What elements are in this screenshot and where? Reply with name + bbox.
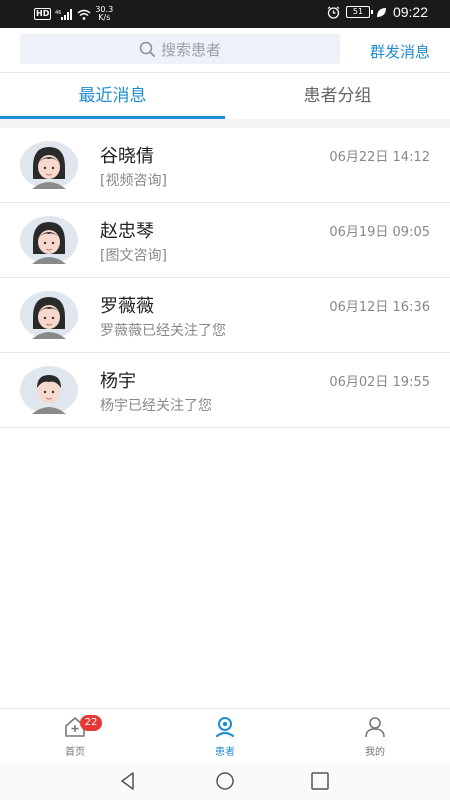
conversation-item[interactable]: 杨宇 06月02日 19:55 杨宇已经关注了您: [0, 353, 450, 428]
bottom-nav: 22 首页 患者 我的: [0, 708, 450, 763]
female-avatar: [20, 141, 78, 189]
patient-name: 罗薇薇: [100, 296, 154, 317]
conversation-item[interactable]: 赵忠琴 06月19日 09:05 [图文咨询]: [0, 203, 450, 278]
tab-bar: 最近消息 患者分组: [0, 72, 450, 120]
message-time: 06月19日 09:05: [329, 225, 430, 240]
status-bar: HD 46 30.3 K/s 51 09:22: [0, 0, 450, 28]
search-placeholder: 搜索患者: [160, 40, 221, 59]
tab-label: 最近消息: [78, 86, 147, 106]
message-preview: [图文咨询]: [100, 248, 167, 264]
battery-level: 51: [352, 7, 364, 16]
divider: [0, 119, 450, 128]
patient-name: 杨宇: [100, 371, 136, 392]
home-icon[interactable]: [214, 770, 236, 792]
signal-network-label: 46: [55, 10, 61, 16]
message-time: 06月22日 14:12: [329, 150, 430, 165]
signal-icon: 46: [55, 8, 73, 20]
system-nav-bar: [0, 762, 450, 800]
nav-profile[interactable]: 我的: [300, 709, 450, 763]
search-icon: [139, 41, 155, 57]
battery-icon: 51: [345, 6, 373, 18]
female-avatar: [20, 291, 78, 339]
group-message-button[interactable]: 群发消息: [370, 41, 430, 62]
nav-patients[interactable]: 患者: [150, 709, 300, 763]
notification-badge: 22: [80, 715, 102, 731]
person-icon: [365, 717, 385, 738]
status-left: HD 46 30.3 K/s: [34, 6, 113, 22]
speed-unit: K/s: [98, 13, 111, 22]
network-speed: 30.3 K/s: [95, 6, 113, 22]
tab-label: 患者分组: [303, 86, 372, 106]
back-icon[interactable]: [117, 770, 139, 792]
nav-label: 我的: [365, 747, 385, 758]
male-avatar: [20, 366, 78, 414]
female-avatar: [20, 216, 78, 264]
search-input[interactable]: 搜索患者: [20, 34, 340, 64]
wifi-icon: [77, 9, 91, 20]
header: 搜索患者 群发消息: [0, 28, 450, 72]
leaf-icon: [376, 7, 386, 17]
nav-home[interactable]: 22 首页: [0, 709, 150, 763]
conversation-list: 谷晓倩 06月22日 14:12 [视频咨询] 赵忠琴 06月19日 09:05…: [0, 128, 450, 428]
alarm-icon: [327, 6, 340, 19]
patient-icon: [215, 717, 235, 738]
tab-recent-messages[interactable]: 最近消息: [0, 73, 225, 119]
message-preview: 罗薇薇已经关注了您: [100, 323, 226, 339]
patient-name: 谷晓倩: [100, 146, 154, 167]
patient-name: 赵忠琴: [100, 221, 154, 242]
nav-label: 患者: [215, 747, 235, 758]
message-time: 06月12日 16:36: [329, 300, 430, 315]
tab-patient-groups[interactable]: 患者分组: [225, 73, 450, 119]
message-preview: [视频咨询]: [100, 173, 167, 189]
nav-label: 首页: [65, 747, 85, 758]
status-right: 51 09:22: [327, 4, 428, 20]
hd-badge: HD: [34, 8, 52, 20]
message-preview: 杨宇已经关注了您: [100, 398, 212, 414]
clock: 09:22: [392, 4, 428, 20]
message-time: 06月02日 19:55: [329, 375, 430, 390]
recent-apps-icon[interactable]: [309, 770, 331, 792]
conversation-item[interactable]: 罗薇薇 06月12日 16:36 罗薇薇已经关注了您: [0, 278, 450, 353]
conversation-item[interactable]: 谷晓倩 06月22日 14:12 [视频咨询]: [0, 128, 450, 203]
